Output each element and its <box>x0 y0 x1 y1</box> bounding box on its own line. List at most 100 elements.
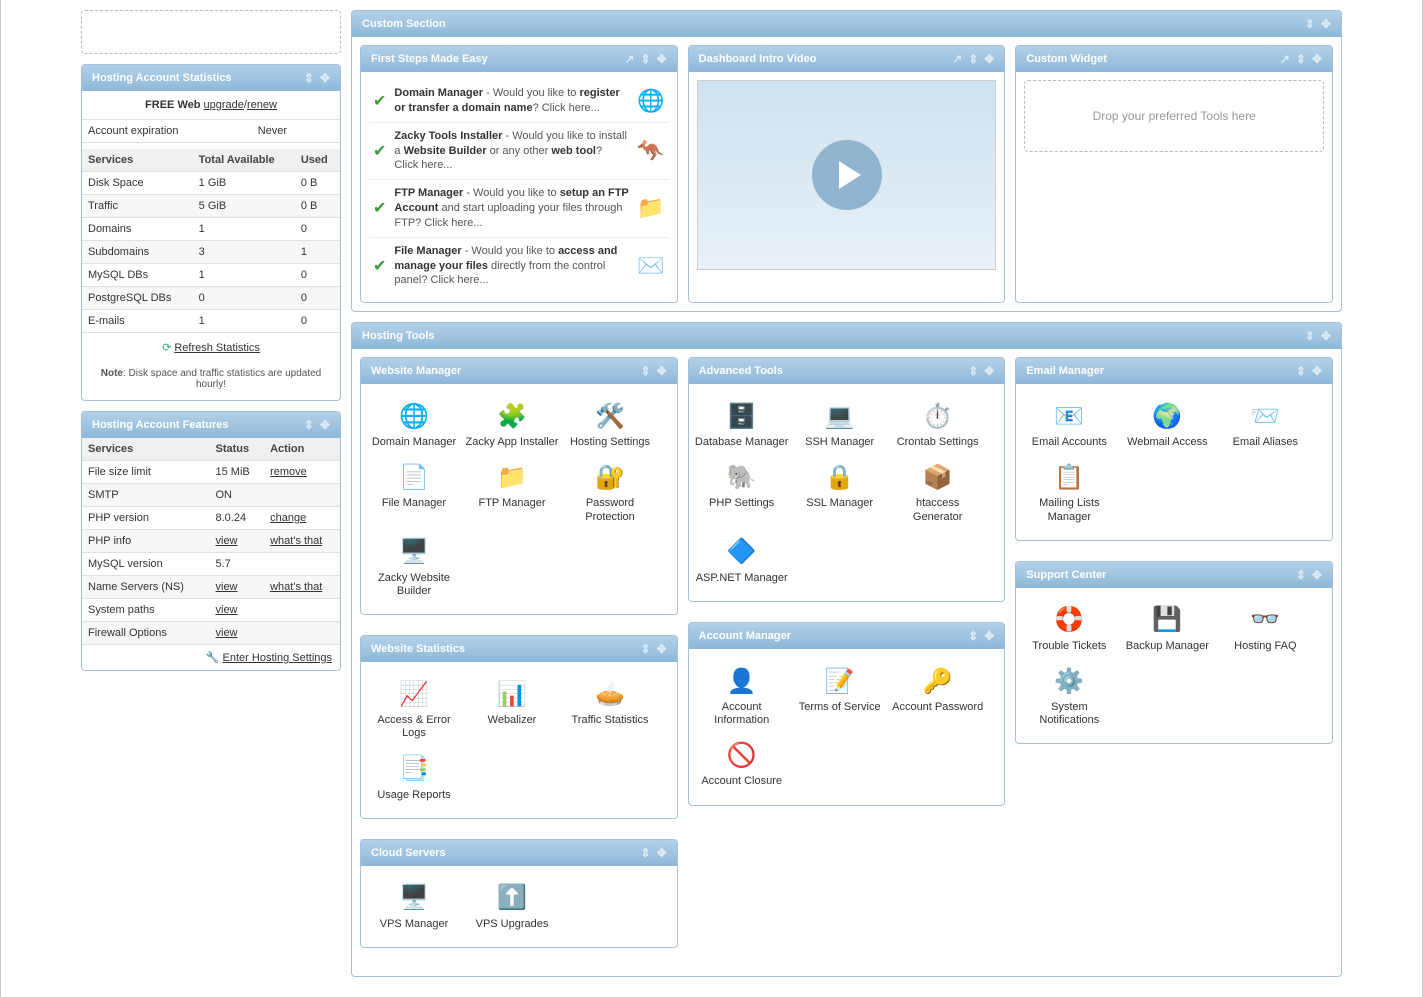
move-icon[interactable]: ✥ <box>657 52 667 66</box>
tool-item[interactable]: 🌐Domain Manager <box>365 394 463 455</box>
tool-item[interactable]: 🔐Password Protection <box>561 455 659 529</box>
tool-icon: ⚙️ <box>1050 665 1088 697</box>
share-icon[interactable]: ↗ <box>1280 52 1290 66</box>
action-link[interactable]: change <box>270 512 306 524</box>
collapse-icon[interactable]: ⇕ <box>1305 17 1315 31</box>
free-web-line: FREE Web upgrade/renew <box>82 91 340 120</box>
tool-item[interactable]: 🖥️Zacky Website Builder <box>365 530 463 604</box>
move-icon[interactable]: ✥ <box>984 629 994 643</box>
tool-item[interactable]: 👓Hosting FAQ <box>1216 598 1314 659</box>
move-icon[interactable]: ✥ <box>320 71 330 85</box>
move-icon[interactable]: ✥ <box>984 52 994 66</box>
tool-item[interactable]: 🥧Traffic Statistics <box>561 672 659 746</box>
move-icon[interactable]: ✥ <box>657 642 667 656</box>
tool-item[interactable]: 🧩Zacky App Installer <box>463 394 561 455</box>
tool-item[interactable]: 💾Backup Manager <box>1118 598 1216 659</box>
tool-label: Crontab Settings <box>891 436 985 449</box>
first-step-item[interactable]: ✔Zacky Tools Installer - Would you like … <box>369 123 669 181</box>
action-link[interactable]: what's that <box>270 535 322 547</box>
tool-icon: 📨 <box>1246 400 1284 432</box>
tool-item[interactable]: 📝Terms of Service <box>791 659 889 733</box>
tool-item[interactable]: 📋Mailing Lists Manager <box>1020 455 1118 529</box>
tool-item[interactable]: ⏱️Crontab Settings <box>889 394 987 455</box>
collapse-icon[interactable]: ⇕ <box>968 364 978 378</box>
move-icon[interactable]: ✥ <box>657 364 667 378</box>
tool-item[interactable]: 📊Webalizer <box>463 672 561 746</box>
tool-item[interactable]: 📄File Manager <box>365 455 463 529</box>
status-link[interactable]: view <box>216 581 238 593</box>
tool-item[interactable]: 🐘PHP Settings <box>693 455 791 529</box>
first-step-item[interactable]: ✔File Manager - Would you like to access… <box>369 238 669 295</box>
intro-video-thumbnail[interactable] <box>697 80 997 270</box>
tool-item[interactable]: 🛟Trouble Tickets <box>1020 598 1118 659</box>
tool-item[interactable]: 📁FTP Manager <box>463 455 561 529</box>
tool-item[interactable]: 📦htaccess Generator <box>889 455 987 529</box>
tool-item[interactable]: 🚫Account Closure <box>693 733 791 794</box>
renew-link[interactable]: renew <box>247 99 277 111</box>
collapse-icon[interactable]: ⇕ <box>641 364 651 378</box>
collapse-icon[interactable]: ⇕ <box>968 629 978 643</box>
tool-item[interactable]: 📑Usage Reports <box>365 747 463 808</box>
refresh-stats-link[interactable]: Refresh Statistics <box>174 342 260 354</box>
tool-item[interactable]: ⚙️System Notifications <box>1020 659 1118 733</box>
tool-label: Email Aliases <box>1218 436 1312 449</box>
tool-item[interactable]: 📨 Email Aliases <box>1216 394 1314 455</box>
tool-item[interactable]: 🌍Webmail Access <box>1118 394 1216 455</box>
move-icon[interactable]: ✥ <box>1312 364 1322 378</box>
play-icon[interactable] <box>812 140 882 210</box>
collapse-icon[interactable]: ⇕ <box>641 52 651 66</box>
first-step-item[interactable]: ✔FTP Manager - Would you like to setup a… <box>369 180 669 238</box>
share-icon[interactable]: ↗ <box>624 52 634 66</box>
enter-hosting-settings-link[interactable]: Enter Hosting Settings <box>223 652 332 664</box>
collapse-icon[interactable]: ⇕ <box>1296 568 1306 582</box>
tool-item[interactable]: 🛠️Hosting Settings <box>561 394 659 455</box>
tool-label: Hosting Settings <box>563 436 657 449</box>
tool-item[interactable]: 👤Account Information <box>693 659 791 733</box>
tool-label: Hosting FAQ <box>1218 640 1312 653</box>
collapse-icon[interactable]: ⇕ <box>304 418 314 432</box>
move-icon[interactable]: ✥ <box>1321 17 1331 31</box>
drop-tools-zone[interactable]: Drop your preferred Tools here <box>1024 80 1324 152</box>
move-icon[interactable]: ✥ <box>1321 329 1331 343</box>
email-manager-panel: Email Manager⇕✥ 📧Email Accounts🌍Webmail … <box>1015 357 1333 541</box>
left-drop-zone[interactable] <box>81 10 341 54</box>
tool-item[interactable]: 🖥️VPS Manager <box>365 876 463 937</box>
tool-item[interactable]: 🔑Account Password <box>889 659 987 733</box>
tool-label: htaccess Generator <box>891 497 985 523</box>
move-icon[interactable]: ✥ <box>1312 568 1322 582</box>
first-step-item[interactable]: ✔Domain Manager - Would you like to regi… <box>369 80 669 123</box>
status-link[interactable]: view <box>216 604 238 616</box>
intro-video-panel: Dashboard Intro Video ↗ ⇕ ✥ <box>688 45 1006 303</box>
action-link[interactable]: what's that <box>270 581 322 593</box>
collapse-icon[interactable]: ⇕ <box>641 642 651 656</box>
tool-icon: 📈 <box>395 678 433 710</box>
collapse-icon[interactable]: ⇕ <box>968 52 978 66</box>
upgrade-link[interactable]: upgrade <box>204 99 244 111</box>
tool-item[interactable]: ⬆️VPS Upgrades <box>463 876 561 937</box>
status-link[interactable]: view <box>216 627 238 639</box>
action-link[interactable]: remove <box>270 466 307 478</box>
tool-item[interactable]: 🔒SSL Manager <box>791 455 889 529</box>
collapse-icon[interactable]: ⇕ <box>641 846 651 860</box>
collapse-icon[interactable]: ⇕ <box>1296 52 1306 66</box>
tool-icon: 💻 <box>821 400 859 432</box>
move-icon[interactable]: ✥ <box>984 364 994 378</box>
tool-item[interactable]: 📧Email Accounts <box>1020 394 1118 455</box>
table-row: Name Servers (NS)viewwhat's that <box>82 576 340 599</box>
tool-item[interactable]: 🗄️Database Manager <box>693 394 791 455</box>
tool-label: VPS Manager <box>367 918 461 931</box>
status-link[interactable]: view <box>216 535 238 547</box>
move-icon[interactable]: ✥ <box>657 846 667 860</box>
tool-item[interactable]: 🔷ASP.NET Manager <box>693 530 791 591</box>
move-icon[interactable]: ✥ <box>1312 52 1322 66</box>
share-icon[interactable]: ↗ <box>952 52 962 66</box>
move-icon[interactable]: ✥ <box>320 418 330 432</box>
collapse-icon[interactable]: ⇕ <box>304 71 314 85</box>
collapse-icon[interactable]: ⇕ <box>1296 364 1306 378</box>
collapse-icon[interactable]: ⇕ <box>1305 329 1315 343</box>
tool-icon: 🥧 <box>591 678 629 710</box>
tool-item[interactable]: 💻SSH Manager <box>791 394 889 455</box>
tool-item[interactable]: 📈Access & Error Logs <box>365 672 463 746</box>
tool-label: Backup Manager <box>1120 640 1214 653</box>
first-steps-panel: First Steps Made Easy ↗ ⇕ ✥ ✔Domain Mana… <box>360 45 678 303</box>
